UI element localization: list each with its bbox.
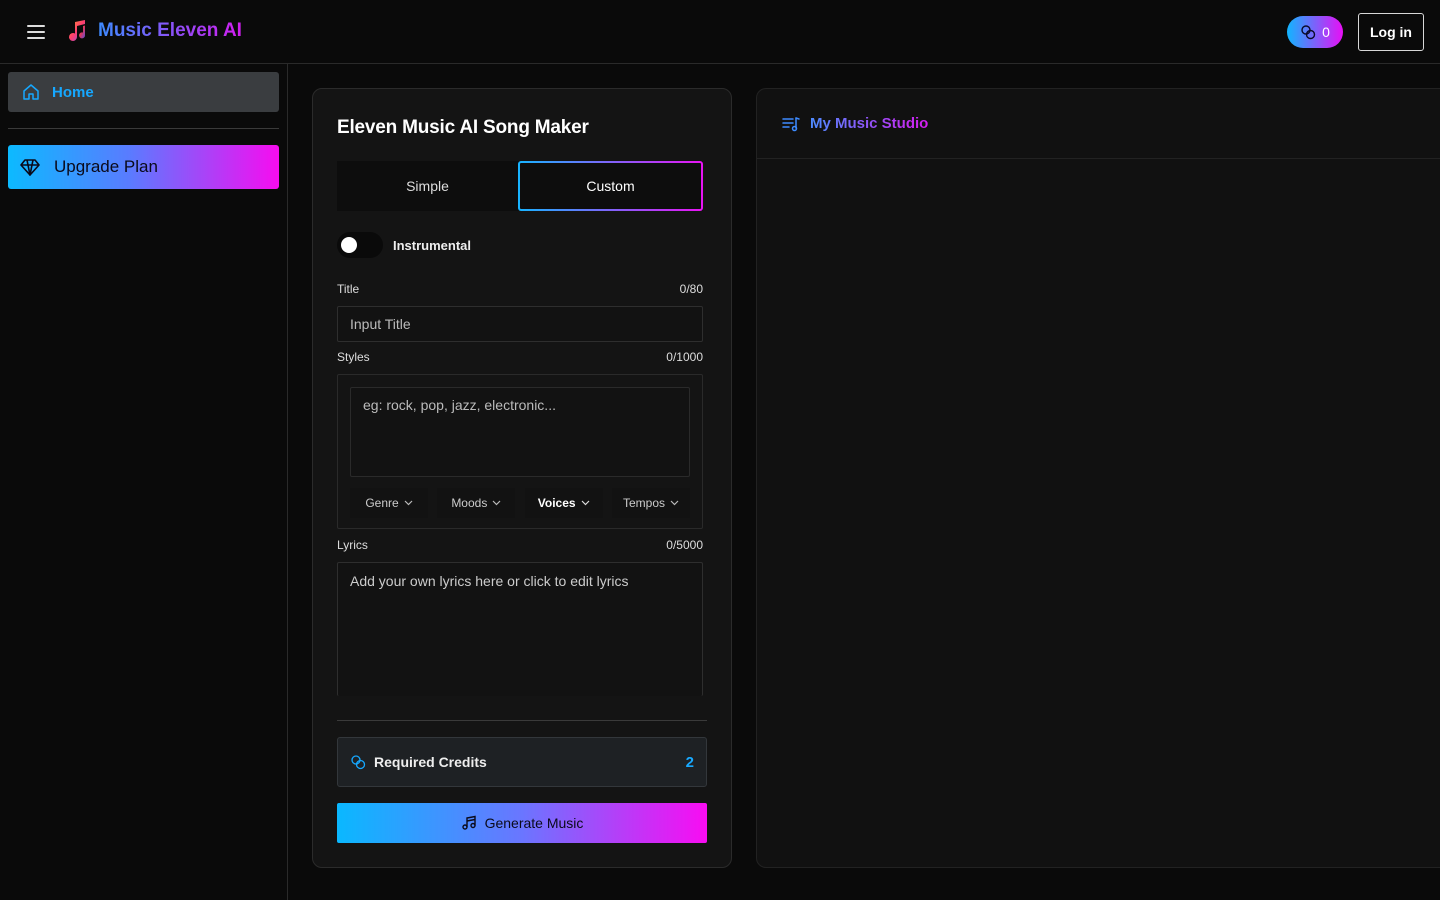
- section-divider: [337, 720, 707, 721]
- chevron-down-icon: [492, 500, 501, 506]
- generate-label: Generate Music: [484, 815, 584, 831]
- title-char-count: 0/80: [679, 282, 703, 296]
- sidebar-divider: [8, 128, 279, 129]
- instrumental-row: Instrumental: [337, 232, 471, 258]
- credits-badge[interactable]: 0: [1287, 16, 1343, 48]
- genre-dropdown[interactable]: Genre: [350, 488, 428, 518]
- lyrics-char-count: 0/5000: [666, 538, 703, 552]
- song-maker-panel: Eleven Music AI Song Maker Simple Custom…: [312, 88, 732, 868]
- lyrics-input[interactable]: [337, 562, 703, 696]
- sidebar-item-label: Home: [52, 83, 94, 101]
- playlist-icon: [782, 116, 800, 131]
- page-title: Eleven Music AI Song Maker: [337, 117, 589, 138]
- dropdown-label: Tempos: [622, 496, 665, 510]
- studio-title: My Music Studio: [810, 115, 929, 132]
- home-icon: [23, 84, 39, 100]
- hamburger-icon-line: [27, 25, 45, 27]
- lyrics-label: Lyrics: [337, 538, 368, 552]
- sidebar: Home Upgrade Plan: [0, 64, 288, 900]
- diamond-icon: [20, 159, 40, 176]
- sidebar-item-home[interactable]: Home: [8, 72, 279, 112]
- mode-tabs: Simple Custom: [337, 161, 703, 211]
- style-dropdowns: Genre Moods Voices Tempos: [350, 488, 690, 518]
- dropdown-label: Voices: [537, 496, 576, 510]
- menu-toggle-button[interactable]: [22, 20, 50, 44]
- chevron-down-icon: [670, 500, 679, 506]
- credits-count: 0: [1322, 24, 1330, 40]
- tempos-dropdown[interactable]: Tempos: [611, 488, 690, 518]
- required-credits-label: Required Credits: [374, 754, 487, 770]
- dropdown-label: Genre: [365, 496, 399, 510]
- top-header: Music Eleven AI 0 Log in: [0, 0, 1440, 64]
- hamburger-icon-line: [27, 37, 45, 39]
- styles-box: Genre Moods Voices Tempos: [337, 374, 703, 529]
- coins-icon: [351, 755, 366, 770]
- required-credits-value: 2: [685, 753, 694, 771]
- tab-custom[interactable]: Custom: [518, 161, 703, 211]
- title-input[interactable]: [337, 306, 703, 342]
- studio-header: My Music Studio: [757, 89, 1440, 159]
- chevron-down-icon: [581, 500, 589, 506]
- instrumental-label: Instrumental: [393, 237, 472, 253]
- voices-dropdown[interactable]: Voices: [524, 488, 603, 518]
- moods-dropdown[interactable]: Moods: [437, 488, 516, 518]
- tab-simple[interactable]: Simple: [337, 161, 518, 211]
- required-credits-box: Required Credits 2: [337, 737, 707, 787]
- upgrade-plan-button[interactable]: Upgrade Plan: [8, 145, 279, 189]
- coins-icon: [1301, 25, 1316, 40]
- app-logo[interactable]: Music Eleven AI: [66, 18, 242, 44]
- music-note-logo-icon: [69, 20, 86, 41]
- dropdown-label: Moods: [451, 496, 488, 510]
- toggle-knob: [341, 237, 357, 253]
- music-studio-panel: My Music Studio: [756, 88, 1440, 868]
- styles-label: Styles: [337, 350, 370, 364]
- generate-music-button[interactable]: Generate Music: [337, 803, 707, 843]
- styles-char-count: 0/1000: [666, 350, 703, 364]
- instrumental-toggle[interactable]: [337, 232, 383, 258]
- app-name: Music Eleven AI: [98, 20, 242, 41]
- styles-input[interactable]: [350, 387, 690, 477]
- music-note-icon: [461, 815, 476, 830]
- chevron-down-icon: [404, 500, 413, 506]
- hamburger-icon-line: [27, 31, 45, 33]
- upgrade-label: Upgrade Plan: [54, 157, 158, 176]
- title-label: Title: [337, 282, 360, 296]
- login-button[interactable]: Log in: [1358, 13, 1424, 51]
